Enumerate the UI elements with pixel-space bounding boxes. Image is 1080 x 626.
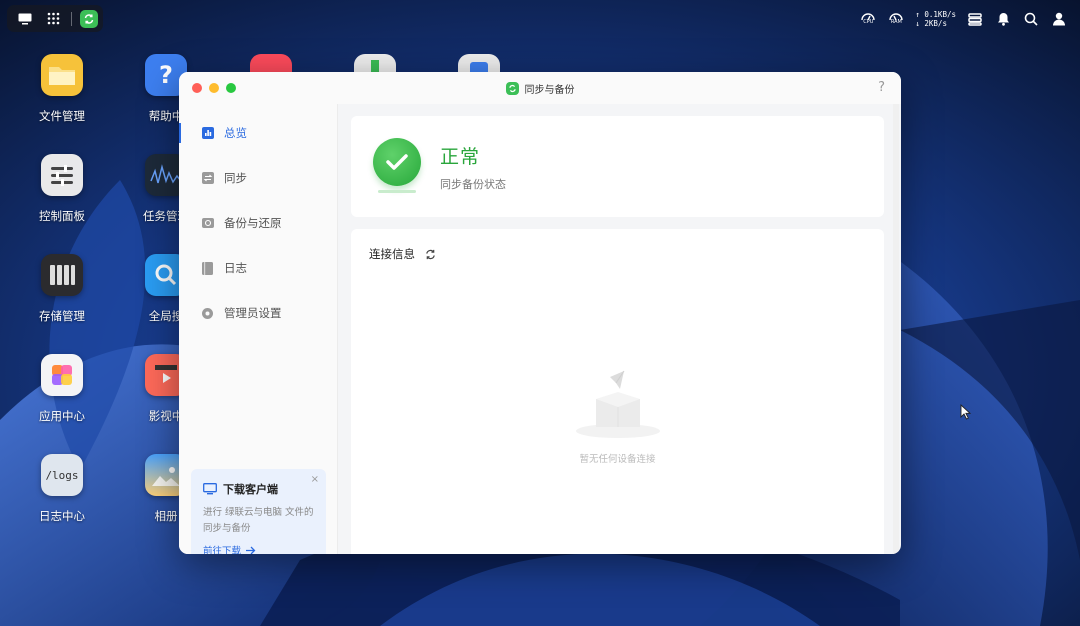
network-speed[interactable]: ↑ 0.1KB/s ↓ 2KB/s	[915, 10, 956, 28]
desktop-icon-music[interactable]	[250, 54, 292, 72]
connection-title: 连接信息	[369, 247, 415, 261]
empty-state-text: 暂无任何设备连接	[579, 454, 656, 465]
folder-icon	[41, 54, 83, 96]
window-title: 同步与备份	[524, 84, 575, 96]
minimize-window-button[interactable]	[209, 83, 219, 93]
window-controls	[192, 83, 236, 93]
sync-backup-app-icon[interactable]	[80, 9, 98, 28]
sync-app-icon	[505, 81, 519, 95]
desktop-icon-file-manager[interactable]: 文件管理	[20, 54, 104, 124]
scrollbar[interactable]	[893, 104, 899, 554]
app-grid-icon[interactable]	[45, 11, 61, 27]
sidebar: 总览 同步 备份与还原 日志 管理员设置 × 下载客户端 进行 绿联云与电脑 文…	[179, 104, 338, 554]
cpu-label: CPU	[863, 19, 874, 25]
blue-app-mark	[470, 62, 488, 72]
close-icon[interactable]: ×	[311, 474, 319, 485]
connection-title-row: 连接信息	[369, 246, 436, 262]
status-icon-shadow	[378, 190, 416, 193]
refresh-icon[interactable]	[425, 249, 436, 260]
ram-label: RAM	[890, 19, 902, 25]
download-client-card: × 下载客户端 进行 绿联云与电脑 文件的同步与备份 前往下载	[191, 469, 326, 554]
desktop-icon-label: 相册	[154, 509, 178, 523]
logs-icon-text: /logs	[45, 468, 79, 482]
desktop-icon-green-app[interactable]	[354, 54, 396, 72]
sidebar-item-label: 总览	[224, 126, 247, 140]
ram-gauge[interactable]: RAM	[887, 9, 905, 29]
mouse-cursor-icon	[960, 404, 972, 420]
window-titlebar[interactable]: 同步与备份 ?	[179, 72, 901, 104]
help-button[interactable]: ?	[878, 80, 885, 95]
status-subtitle: 同步备份状态	[440, 178, 506, 191]
status-title: 正常	[440, 146, 481, 168]
desktop-icon-app-center[interactable]: 应用中心	[20, 354, 104, 424]
close-window-button[interactable]	[192, 83, 202, 93]
sidebar-item-label: 同步	[224, 171, 247, 185]
search-icon[interactable]	[1022, 10, 1040, 28]
chart-icon	[201, 127, 214, 140]
promo-title-row: 下载客户端	[203, 481, 314, 497]
promo-title: 下载客户端	[223, 483, 278, 496]
sidebar-item-label: 日志	[224, 261, 247, 275]
sidebar-item-admin-settings[interactable]: 管理员设置	[179, 297, 338, 329]
sliders-icon	[41, 154, 83, 196]
desktop-icon-label: 日志中心	[39, 509, 85, 523]
cpu-gauge[interactable]: CPU	[859, 9, 877, 29]
sync-backup-window: 同步与备份 ? 总览 同步 备份与还原 日志 管理员设置 × 下载客户端 进行 …	[179, 72, 901, 554]
arrow-right-icon	[246, 546, 256, 554]
desktop-icon-label: 控制面板	[39, 209, 85, 223]
desktop-icon-label: 存储管理	[39, 309, 85, 323]
desktop-icon[interactable]	[17, 11, 33, 27]
user-avatar-icon[interactable]	[1050, 10, 1068, 28]
system-tray: CPU RAM ↑ 0.1KB/s ↓ 2KB/s	[859, 8, 1068, 30]
sidebar-item-backup-restore[interactable]: 备份与还原	[179, 207, 338, 239]
empty-box-illustration	[576, 370, 660, 438]
bell-icon[interactable]	[994, 10, 1012, 28]
sidebar-item-sync[interactable]: 同步	[179, 162, 338, 194]
upload-speed: ↑ 0.1KB/s	[915, 10, 956, 19]
green-app-mark	[371, 60, 379, 72]
desktop-icon-storage[interactable]: 存储管理	[20, 254, 104, 324]
maximize-window-button[interactable]	[226, 83, 236, 93]
download-link[interactable]: 前往下载	[203, 543, 314, 554]
logs-icon: /logs	[41, 454, 83, 496]
desktop-icon-label: 文件管理	[39, 109, 85, 123]
app-store-icon	[41, 354, 83, 396]
task-list-icon[interactable]	[966, 10, 984, 28]
checkmark-icon	[373, 138, 421, 186]
desktop-icon-control-panel[interactable]: 控制面板	[20, 154, 104, 224]
sidebar-item-log[interactable]: 日志	[179, 252, 338, 284]
desktop-icon-log-center[interactable]: /logs 日志中心	[20, 454, 104, 524]
gear-icon	[201, 307, 214, 320]
storage-drives-icon	[41, 254, 83, 296]
taskbar	[7, 5, 103, 32]
connection-info-card: 连接信息 暂无任何设备连接	[351, 229, 884, 554]
monitor-icon	[203, 483, 217, 495]
sidebar-item-label: 管理员设置	[224, 306, 282, 320]
sync-arrows-icon	[201, 172, 214, 185]
status-card: 正常 同步备份状态	[351, 116, 884, 217]
promo-description: 进行 绿联云与电脑 文件的同步与备份	[203, 507, 314, 534]
book-icon	[201, 261, 214, 275]
download-link-label: 前往下载	[203, 546, 242, 554]
window-title-group: 同步与备份	[505, 81, 575, 96]
desktop-icon-label: 应用中心	[39, 409, 85, 423]
backup-icon	[201, 217, 214, 230]
taskbar-divider	[71, 11, 72, 26]
sidebar-item-label: 备份与还原	[224, 216, 282, 230]
download-speed: ↓ 2KB/s	[915, 19, 947, 28]
desktop-icon-blue-app[interactable]	[458, 54, 500, 72]
sidebar-item-overview[interactable]: 总览	[179, 117, 338, 149]
